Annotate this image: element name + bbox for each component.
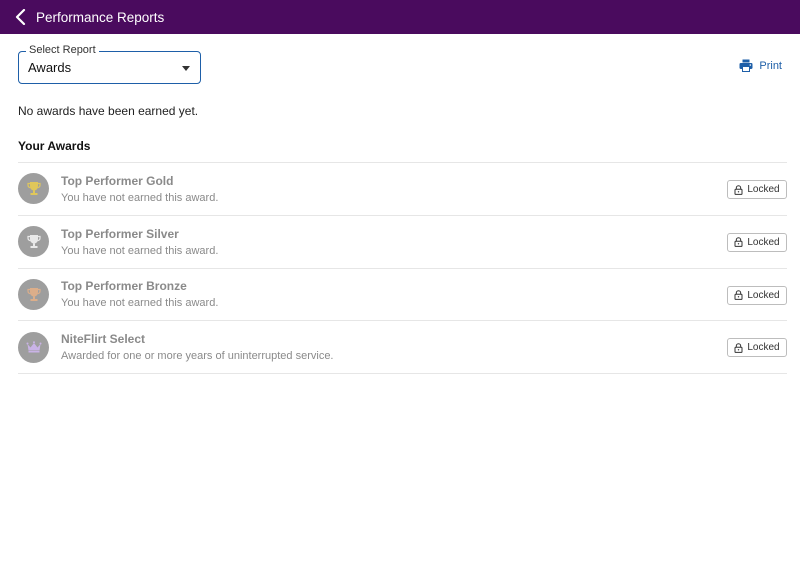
award-row-gold: Top Performer Gold You have not earned t…: [18, 163, 787, 216]
award-row-select: NiteFlirt Select Awarded for one or more…: [18, 321, 787, 374]
chevron-left-icon: [15, 9, 26, 25]
print-button[interactable]: Print: [739, 59, 782, 72]
printer-icon: [739, 59, 753, 72]
award-list: Top Performer Gold You have not earned t…: [18, 162, 787, 374]
gold-trophy-icon: [26, 182, 41, 196]
locked-label: Locked: [747, 289, 780, 301]
award-badge: [18, 278, 49, 310]
locked-status-button[interactable]: Locked: [727, 285, 787, 305]
locked-status-button[interactable]: Locked: [727, 180, 787, 199]
report-select-value: Awards: [28, 60, 72, 75]
award-badge: [18, 226, 49, 258]
locked-label: Locked: [747, 184, 780, 195]
lock-icon: [734, 343, 743, 353]
silver-trophy-icon: [26, 235, 41, 249]
back-button[interactable]: [6, 0, 36, 34]
report-select[interactable]: Select Report Awards: [18, 44, 201, 84]
award-badge: [18, 331, 49, 363]
lock-icon: [734, 237, 743, 248]
report-select-label: Select Report: [26, 44, 99, 56]
award-description: You have not earned this award.: [61, 191, 219, 204]
section-title: Your Awards: [18, 139, 91, 153]
award-badge: [18, 173, 49, 205]
award-description: You have not earned this award.: [61, 244, 219, 257]
crown-icon: [26, 341, 41, 353]
lock-icon: [734, 184, 743, 195]
award-title: Top Performer Silver: [61, 226, 179, 241]
caret-down-icon: [182, 66, 190, 71]
locked-label: Locked: [747, 236, 780, 248]
award-row-silver: Top Performer Silver You have not earned…: [18, 216, 787, 269]
award-description: Awarded for one or more years of uninter…: [61, 350, 334, 363]
award-row-bronze: Top Performer Bronze You have not earned…: [18, 269, 787, 322]
app-header: Performance Reports: [0, 0, 800, 34]
locked-label: Locked: [747, 342, 780, 354]
lock-icon: [734, 290, 743, 300]
bronze-trophy-icon: [26, 287, 41, 301]
page-title: Performance Reports: [36, 9, 165, 25]
locked-status-button[interactable]: Locked: [727, 232, 787, 252]
award-title: Top Performer Bronze: [61, 279, 187, 294]
award-title: Top Performer Gold: [61, 173, 174, 188]
no-awards-message: No awards have been earned yet.: [18, 104, 199, 118]
locked-status-button[interactable]: Locked: [727, 338, 787, 358]
award-description: You have not earned this award.: [61, 297, 219, 310]
award-title: NiteFlirt Select: [61, 332, 146, 347]
print-label: Print: [759, 59, 782, 72]
